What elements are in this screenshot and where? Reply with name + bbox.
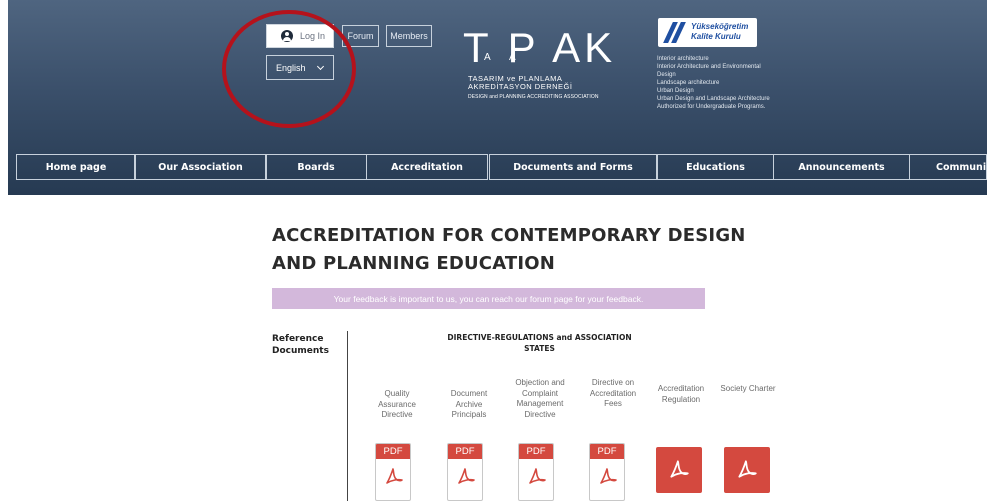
- nav-announcements[interactable]: Announcements: [773, 154, 910, 180]
- logo-line-2: AKREDİTASYON DERNEĞİ: [468, 82, 573, 91]
- doc-label-objection-complaint: Objection and Complaint Management Direc…: [515, 378, 565, 419]
- program-item: Design: [657, 72, 676, 78]
- acrobat-swirl-icon: [529, 468, 546, 484]
- page: Log In Forum Members English T P AK A A …: [0, 0, 987, 501]
- pdf-file-icon[interactable]: PDF: [589, 443, 625, 501]
- tpak-logo[interactable]: T P AK: [463, 26, 616, 70]
- program-item: Interior architecture: [657, 56, 709, 62]
- main-nav: Home page Our Association Boards Accredi…: [8, 154, 987, 180]
- doc-label-document-archive: Document Archive Principals: [450, 389, 488, 419]
- program-item: Authorized for Undergraduate Programs.: [657, 104, 766, 110]
- divider: [347, 331, 348, 501]
- doc-label-accreditation-regulation: Accreditation Regulation: [657, 384, 705, 404]
- yok-line-2: Kalite Kurulu: [691, 32, 741, 41]
- page-title: ACCREDITATION FOR CONTEMPORARY DESIGN AN…: [272, 225, 746, 274]
- feedback-banner[interactable]: Your feedback is important to us, you ca…: [272, 288, 705, 309]
- nav-accreditation[interactable]: Accreditation: [366, 154, 488, 180]
- acrobat-swirl-icon: [670, 460, 689, 478]
- pdf-file-icon[interactable]: PDF: [447, 443, 483, 501]
- yok-line-1: Yükseköğretim: [691, 22, 749, 31]
- acrobat-swirl-icon: [458, 468, 475, 484]
- pdf-badge: PDF: [448, 444, 482, 459]
- nav-communication[interactable]: Communic: [909, 154, 987, 180]
- logo-small-a-1: A: [484, 52, 491, 63]
- program-item: Landscape architecture: [657, 80, 720, 86]
- annotation-circle: [222, 10, 356, 128]
- nav-educations[interactable]: Educations: [657, 154, 774, 180]
- pdf-file-icon[interactable]: PDF: [518, 443, 554, 501]
- pdf-file-icon[interactable]: PDF: [375, 443, 411, 501]
- nav-home[interactable]: Home page: [16, 154, 136, 180]
- logo-small-a-2: A: [509, 52, 516, 63]
- doc-label-society-charter: Society Charter: [720, 384, 776, 393]
- yok-kalite-logo[interactable]: Yükseköğretim Kalite Kurulu: [658, 18, 757, 47]
- pdf-badge: PDF: [376, 444, 410, 459]
- pdf-badge: PDF: [590, 444, 624, 459]
- members-button[interactable]: Members: [386, 25, 432, 47]
- acrobat-swirl-icon: [386, 468, 403, 484]
- directive-title: DIRECTIVE-REGULATIONS and ASSOCIATION ST…: [447, 333, 632, 353]
- acrobat-icon[interactable]: [656, 447, 702, 493]
- nav-our-association[interactable]: Our Association: [134, 154, 267, 180]
- program-item: Urban Design: [657, 88, 694, 94]
- acrobat-swirl-icon: [738, 460, 757, 478]
- authorized-programs-list: Interior architecture Interior Architect…: [657, 55, 807, 111]
- nav-documents-and-forms[interactable]: Documents and Forms: [489, 154, 657, 180]
- program-item: Interior Architecture and Environmental: [657, 64, 761, 70]
- doc-label-quality-assurance: Quality Assurance Directive: [378, 389, 416, 419]
- reference-documents-label: Reference Documents: [272, 334, 329, 356]
- program-item: Urban Design and Landscape Architecture: [657, 96, 770, 102]
- acrobat-swirl-icon: [600, 468, 617, 484]
- acrobat-icon[interactable]: [724, 447, 770, 493]
- nav-boards[interactable]: Boards: [265, 154, 367, 180]
- pdf-badge: PDF: [519, 444, 553, 459]
- logo-line-3: DESIGN and PLANNING ACCREDITING ASSOCIAT…: [468, 94, 599, 100]
- doc-label-accreditation-fees: Directive on Accreditation Fees: [589, 378, 637, 408]
